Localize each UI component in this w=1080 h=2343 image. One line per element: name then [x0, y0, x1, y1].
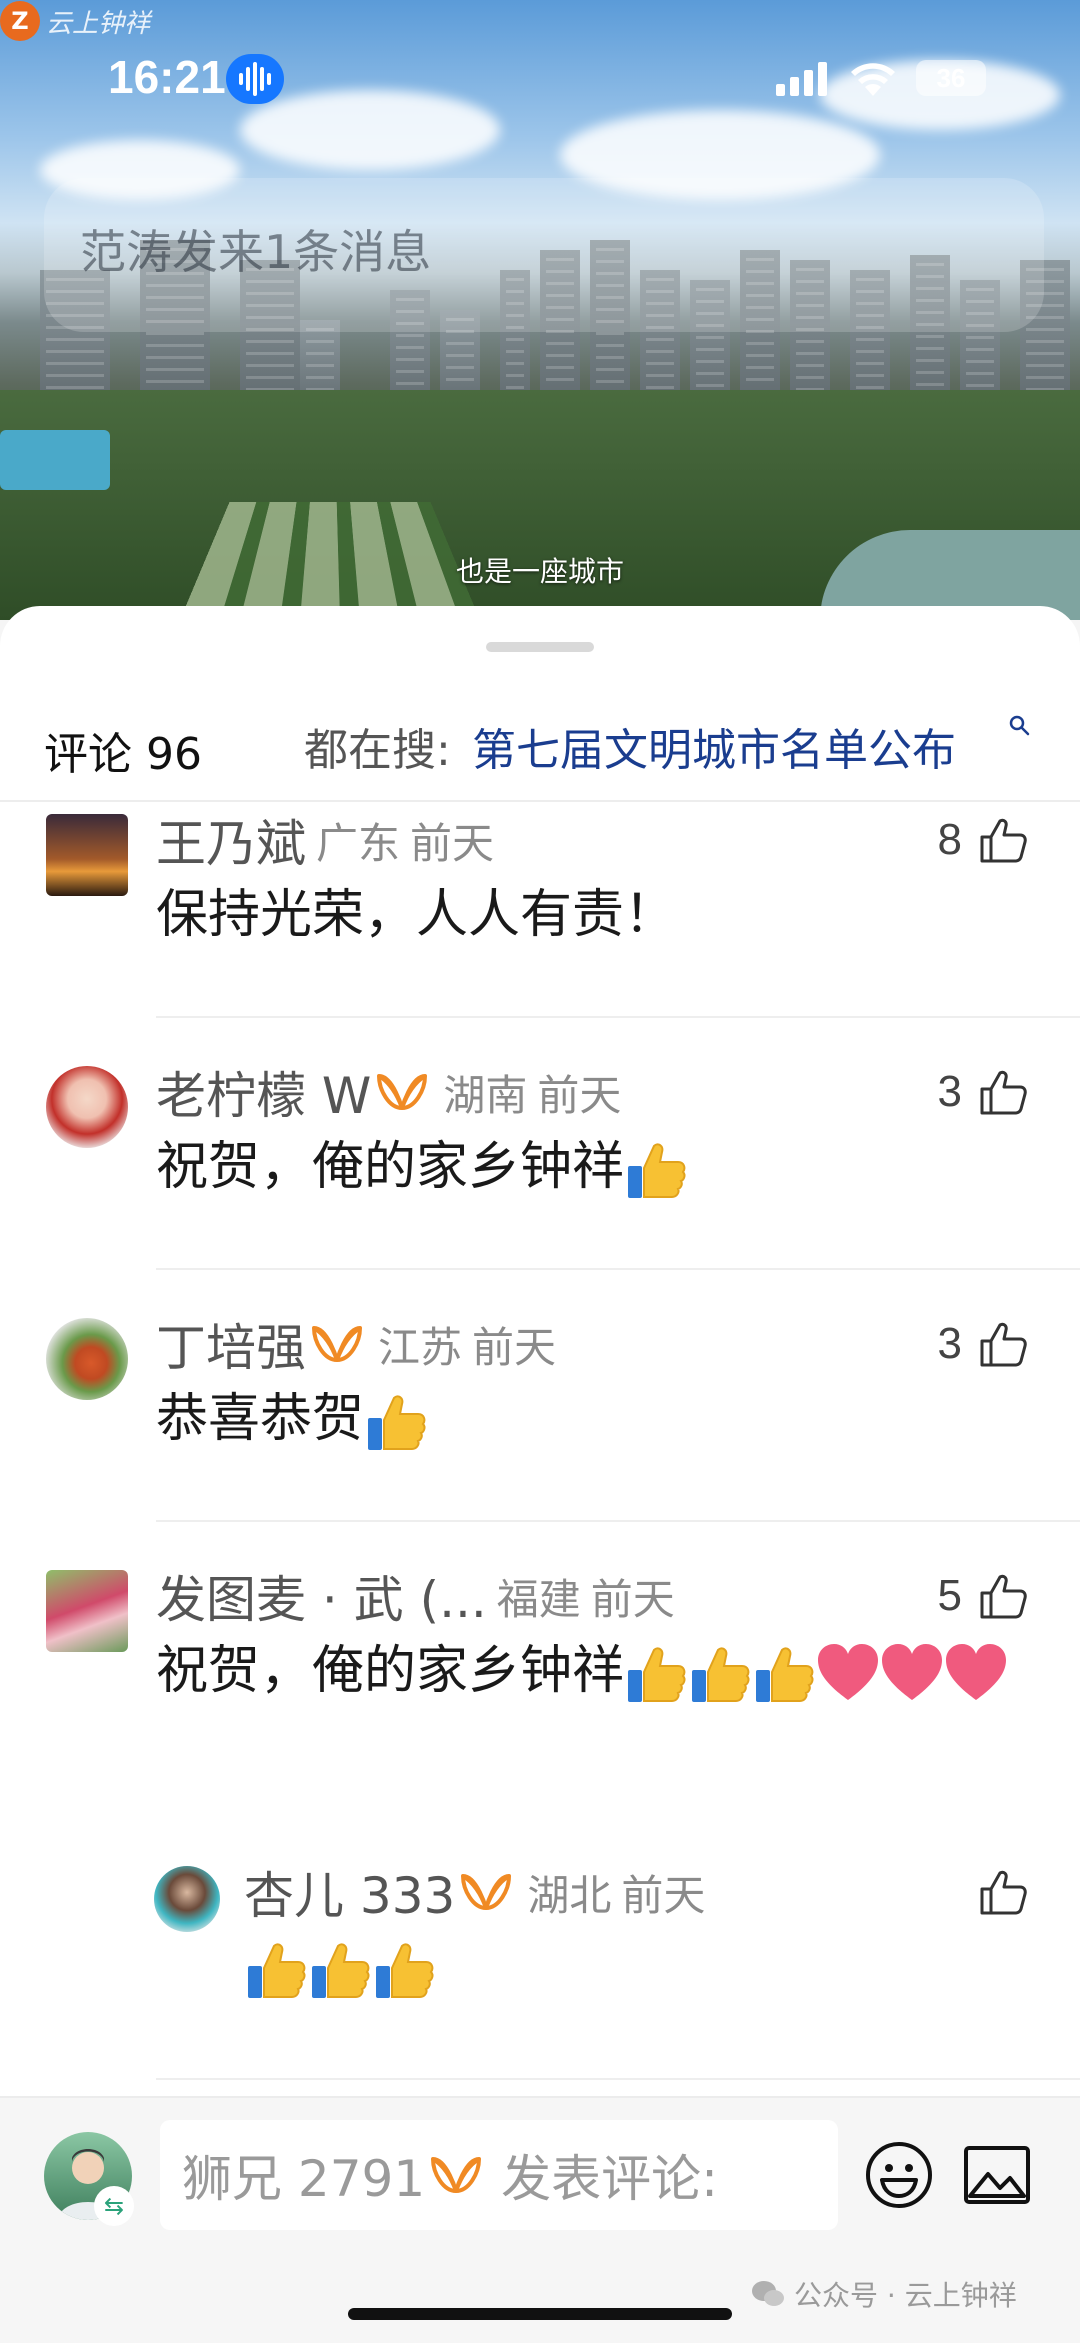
comment-time: 前天: [472, 1322, 557, 1372]
comment-text: 祝贺，俺的家乡钟祥: [156, 1137, 625, 1197]
avatar[interactable]: [46, 1318, 128, 1400]
battery-icon: 36: [916, 60, 986, 96]
home-indicator[interactable]: [348, 2308, 732, 2320]
thumbs-up-emoji-icon: [628, 1647, 686, 1702]
comments-sheet: 评论 96 都在搜: 第七届文明城市名单公布 王乃斌 广东 前天 8 保持光荣，…: [0, 606, 1080, 2096]
comment-meta-row: 丁培强 江苏 前天: [156, 1314, 557, 1377]
like-button[interactable]: 8: [938, 810, 1028, 870]
video-player[interactable]: Z 云上钟祥 16:21 36 范涛发来1条消息 也是一座城市: [0, 0, 1080, 620]
comment-input-bar: ⇆ 狮兄 2791 发表评论: 公众号 · 云上钟祥: [0, 2096, 1080, 2343]
vip-badge-icon: [377, 1074, 428, 1110]
thumbs-up-icon: [980, 818, 1027, 863]
trending-search-prefix: 都在搜:: [304, 725, 451, 776]
like-count: 3: [937, 1067, 962, 1116]
input-placeholder: 发表评论:: [501, 2150, 718, 2208]
comment-text: 恭喜恭贺: [156, 1389, 365, 1449]
channel-name: 云上钟祥: [46, 8, 151, 39]
comment-region: 广东: [316, 818, 401, 868]
notification-text: 范涛发来1条消息: [80, 225, 432, 279]
vip-badge-icon: [431, 2157, 482, 2193]
comment-region: 福建: [496, 1574, 581, 1624]
comment-meta-row: 王乃斌 广东 前天: [156, 810, 495, 873]
comment-meta-row: 杏儿 333 湖北 前天: [244, 1862, 706, 1925]
footer-watermark-text: 公众号 · 云上钟祥: [794, 2279, 1017, 2312]
divider: [156, 1016, 1080, 1018]
comment-body: 祝贺，俺的家乡钟祥: [156, 1630, 1036, 1712]
thumbs-up-emoji-icon: [692, 1647, 750, 1702]
avatar[interactable]: [46, 1570, 128, 1652]
thumbs-up-emoji-icon: [376, 1943, 434, 1998]
emoji-picker-icon[interactable]: [864, 2140, 934, 2210]
comment-count: 评论 96: [44, 729, 202, 780]
thumbs-up-emoji-icon: [628, 1143, 686, 1198]
status-time: 16:21: [108, 51, 226, 103]
comment-body: 恭喜恭贺: [156, 1378, 1036, 1460]
thumbs-up-emoji-icon: [312, 1943, 370, 1998]
message-notification[interactable]: 范涛发来1条消息: [44, 178, 1044, 332]
comment-username[interactable]: 老柠檬 W: [156, 1056, 371, 1128]
thumbs-up-icon: [980, 1070, 1027, 1115]
cellular-signal-icon: [776, 62, 828, 96]
comment-username[interactable]: 丁培强: [156, 1308, 306, 1380]
avatar[interactable]: [46, 1066, 128, 1148]
like-count: 8: [937, 815, 962, 864]
comment-username[interactable]: 王乃斌: [156, 804, 306, 876]
thumbs-up-icon: [980, 1574, 1027, 1619]
like-count: 5: [937, 1571, 962, 1620]
divider: [156, 1520, 1080, 1522]
like-button[interactable]: 3: [938, 1314, 1028, 1374]
status-bar: 16:21 36: [0, 44, 1080, 114]
heart-emoji-icon: [946, 1644, 1007, 1700]
avatar[interactable]: [46, 814, 128, 896]
like-button[interactable]: 3: [938, 1062, 1028, 1122]
comment-region: 湖南: [443, 1070, 528, 1120]
switch-account-icon[interactable]: ⇆: [94, 2186, 134, 2226]
wifi-icon: [851, 63, 895, 96]
thumbs-up-emoji-icon: [248, 1943, 306, 1998]
comment-time: 前天: [590, 1574, 675, 1624]
vip-badge-icon: [312, 1326, 362, 1362]
heart-emoji-icon: [882, 1644, 943, 1700]
comment-time: 前天: [537, 1070, 622, 1120]
comment-region: 江苏: [378, 1322, 463, 1372]
thumbs-up-icon: [980, 1322, 1027, 1367]
video-subtitle: 也是一座城市: [455, 555, 624, 588]
like-count: 3: [937, 1319, 962, 1368]
comment-input[interactable]: 狮兄 2791 发表评论:: [160, 2120, 838, 2230]
comment-text: 祝贺，俺的家乡钟祥: [156, 1641, 625, 1701]
like-button[interactable]: 5: [938, 1566, 1028, 1626]
drag-handle[interactable]: [486, 642, 594, 652]
footer-watermark: 公众号 · 云上钟祥: [750, 2274, 1017, 2314]
heart-emoji-icon: [818, 1644, 879, 1700]
comment-text: 保持光荣，人人有责！: [156, 885, 677, 945]
comment-time: 前天: [621, 1870, 706, 1920]
channel-logo-icon: Z: [0, 1, 40, 41]
image-attach-icon[interactable]: [962, 2142, 1032, 2208]
wechat-icon: [752, 2281, 784, 2306]
comments-header: 评论 96 都在搜: 第七届文明城市名单公布: [0, 702, 1080, 802]
comment-time: 前天: [410, 818, 495, 868]
comment-username[interactable]: 发图麦 · 武 (...: [156, 1560, 487, 1632]
input-username: 狮兄 2791: [182, 2150, 426, 2208]
comment-meta-row: 发图麦 · 武 (... 福建 前天: [156, 1566, 675, 1629]
divider: [156, 2078, 1080, 2080]
sports-court: [0, 430, 110, 490]
vip-badge-icon: [461, 1874, 512, 1910]
comment-meta-row: 老柠檬 W 湖南 前天: [156, 1062, 622, 1125]
comment-body: [244, 1926, 1080, 2008]
like-button[interactable]: [978, 1862, 1028, 1922]
thumbs-up-emoji-icon: [756, 1647, 814, 1702]
comment-body: 祝贺，俺的家乡钟祥: [156, 1126, 1036, 1208]
divider: [156, 1268, 1080, 1270]
thumbs-up-icon: [980, 1870, 1027, 1915]
channel-watermark: Z 云上钟祥: [0, 0, 150, 42]
voice-activity-icon[interactable]: [226, 54, 284, 104]
comment-region: 湖北: [527, 1870, 612, 1920]
search-icon[interactable]: [1008, 714, 1030, 736]
trending-search-link[interactable]: 第七届文明城市名单公布: [472, 714, 956, 778]
comment-username[interactable]: 杏儿 333: [244, 1856, 455, 1928]
avatar[interactable]: [154, 1866, 220, 1932]
thumbs-up-emoji-icon: [368, 1395, 426, 1450]
